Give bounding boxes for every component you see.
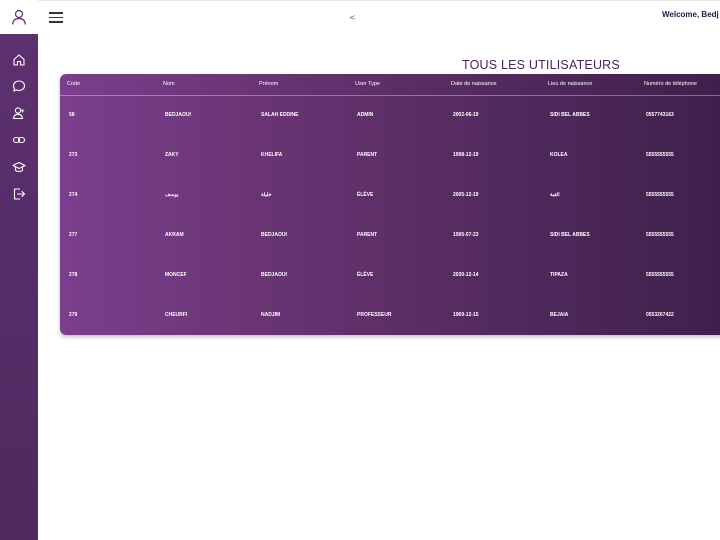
cell-date-naissance: 2030-12-14 xyxy=(453,272,479,278)
cell-telephone: 5555555555 xyxy=(646,152,674,158)
cell-nom: MONCEF xyxy=(165,272,187,278)
cell-nom: يوسف xyxy=(165,192,179,198)
sidebar-item-home[interactable] xyxy=(12,53,26,67)
column-header-telephone[interactable]: Numéro de téléphone xyxy=(644,81,697,87)
cell-nom: BEDJAOUI xyxy=(165,112,191,118)
cell-lieu-naissance: TIPAZA xyxy=(550,272,568,278)
sidebar-item-classes[interactable] xyxy=(12,160,26,174)
users-table: Code Nom Prénom User Type Date de naissa… xyxy=(60,74,720,335)
column-header-nom[interactable]: Nom xyxy=(163,81,175,87)
graduation-cap-icon xyxy=(12,161,26,173)
user-icon xyxy=(12,107,25,120)
cell-code: 273 xyxy=(69,152,78,158)
cell-lieu-naissance: القبة xyxy=(550,192,560,198)
cell-date-naissance: 1969-12-15 xyxy=(453,312,479,318)
cell-prenom: NADJIM xyxy=(261,312,281,318)
cell-user-type: ADMIN xyxy=(357,112,374,118)
column-header-code[interactable]: Code xyxy=(67,81,80,87)
cell-prenom: BEDJAOUI xyxy=(261,232,287,238)
table-header-row: Code Nom Prénom User Type Date de naissa… xyxy=(60,74,720,96)
cell-lieu-naissance: SIDI BEL ABBES xyxy=(550,112,590,118)
hamburger-line xyxy=(49,16,63,18)
cell-prenom: KHELIFA xyxy=(261,152,283,158)
cell-code: 274 xyxy=(69,192,78,198)
cell-lieu-naissance: BEJAIA xyxy=(550,312,569,318)
sidebar xyxy=(0,0,38,540)
cell-telephone: 0553267422 xyxy=(646,312,674,318)
cell-date-naissance: 2005-12-19 xyxy=(453,192,479,198)
cell-telephone: 0557743163 xyxy=(646,112,674,118)
cell-user-type: PARENT xyxy=(357,152,378,158)
hamburger-line xyxy=(49,12,63,14)
cell-code: 277 xyxy=(69,232,78,238)
link-icon xyxy=(12,136,26,144)
chat-icon xyxy=(12,80,26,92)
cell-user-type: PROFESSEUR xyxy=(357,312,392,318)
sidebar-item-links[interactable] xyxy=(12,133,26,147)
cell-nom: AKRAM xyxy=(165,232,184,238)
cell-user-type: ÉLÈVE xyxy=(357,192,374,198)
cell-lieu-naissance: KOLEA xyxy=(550,152,568,158)
cell-telephone: 5555555555 xyxy=(646,272,674,278)
cell-code: 58 xyxy=(69,112,75,118)
cell-nom: ZAKY xyxy=(165,152,179,158)
cell-prenom: خليلة xyxy=(261,192,272,198)
cell-telephone: 5555555555 xyxy=(646,232,674,238)
home-icon xyxy=(13,54,25,66)
sidebar-item-messages[interactable] xyxy=(12,79,26,93)
cell-prenom: BEDJAOUI xyxy=(261,272,287,278)
avatar[interactable] xyxy=(0,0,38,34)
cell-code: 279 xyxy=(69,312,78,318)
welcome-text: Welcome, Bedj xyxy=(662,10,719,19)
cell-telephone: 5555555555 xyxy=(646,192,674,198)
cell-lieu-naissance: SIDI BEL ABBES xyxy=(550,232,590,238)
cell-user-type: ÉLÈVE xyxy=(357,272,374,278)
cell-prenom: SALAH EDDINE xyxy=(261,112,299,118)
cell-user-type: PARENT xyxy=(357,232,378,238)
logout-icon xyxy=(13,188,26,200)
cell-date-naissance: 1995-07-23 xyxy=(453,232,479,238)
back-button[interactable]: < xyxy=(349,13,356,22)
column-header-prenom[interactable]: Prénom xyxy=(259,81,278,87)
page-title: TOUS LES UTILISATEURS xyxy=(462,58,620,72)
cell-date-naissance: 1998-12-19 xyxy=(453,152,479,158)
cell-date-naissance: 2002-06-19 xyxy=(453,112,479,118)
column-header-user-type[interactable]: User Type xyxy=(355,81,380,87)
hamburger-line xyxy=(49,21,63,23)
user-avatar-icon xyxy=(11,9,27,25)
sidebar-item-users[interactable] xyxy=(12,106,26,120)
cell-code: 278 xyxy=(69,272,78,278)
menu-toggle-button[interactable] xyxy=(49,12,63,24)
sidebar-item-logout[interactable] xyxy=(12,187,26,201)
topbar-border xyxy=(38,0,720,1)
cell-nom: CHEURFI xyxy=(165,312,188,318)
column-header-lieu-naissance[interactable]: Lieu de naissance xyxy=(548,81,592,87)
column-header-date-naissance[interactable]: Date de naissance xyxy=(451,81,497,87)
